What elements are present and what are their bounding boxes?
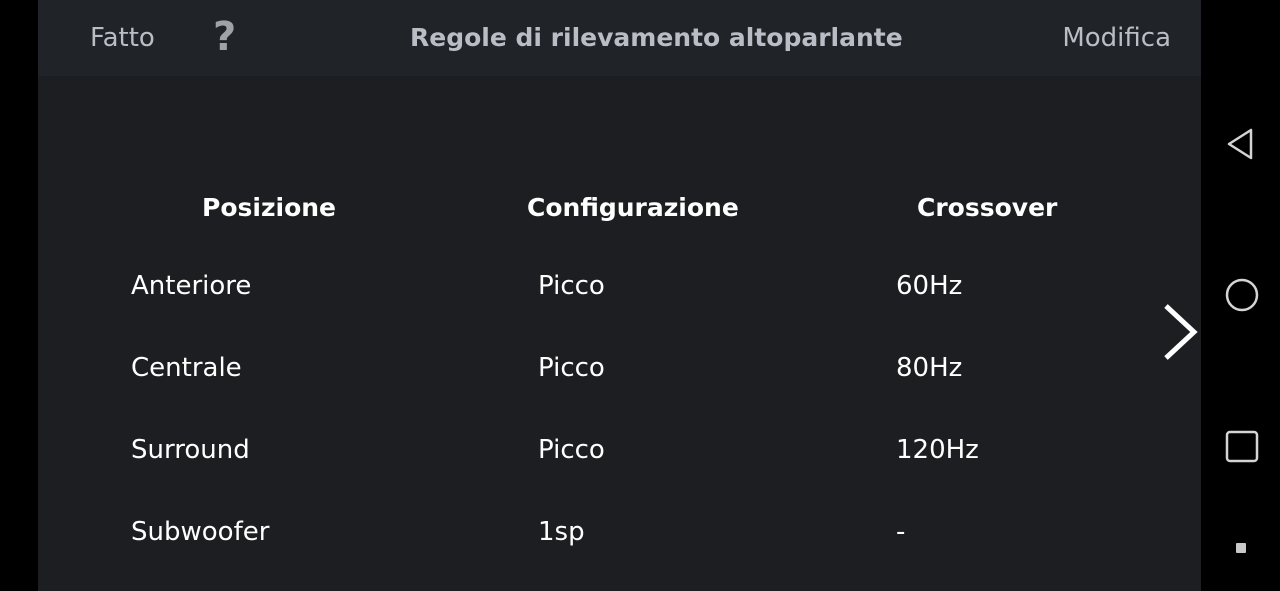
- done-button[interactable]: Fatto: [90, 20, 155, 56]
- recents-square-icon[interactable]: [1221, 425, 1263, 467]
- chevron-right-icon[interactable]: [1160, 300, 1200, 364]
- table-row: Subwoofer 1sp -: [38, 508, 1138, 558]
- system-navigation-bar: [1201, 0, 1280, 591]
- edit-button[interactable]: Modifica: [1062, 20, 1171, 56]
- crossover-cell: 80Hz: [896, 353, 963, 383]
- column-header-position: Posizione: [202, 193, 336, 222]
- position-cell: Anteriore: [131, 271, 252, 301]
- crossover-cell: -: [896, 517, 906, 547]
- position-cell: Centrale: [131, 353, 242, 383]
- table-row: Centrale Picco 80Hz: [38, 344, 1138, 394]
- configuration-cell: Picco: [538, 271, 605, 301]
- position-cell: Subwoofer: [131, 517, 270, 547]
- position-cell: Surround: [131, 435, 250, 465]
- home-circle-icon[interactable]: [1221, 274, 1263, 316]
- table-row: Anteriore Picco 60Hz: [38, 262, 1138, 312]
- crossover-cell: 60Hz: [896, 271, 963, 301]
- page-title: Regole di rilevamento altoparlante: [410, 23, 903, 52]
- top-bar: Fatto ? Regole di rilevamento altoparlan…: [38, 0, 1201, 76]
- app-screen: Fatto ? Regole di rilevamento altoparlan…: [38, 0, 1201, 591]
- table-row: Surround Picco 120Hz: [38, 426, 1138, 476]
- configuration-cell: 1sp: [538, 517, 585, 547]
- back-triangle-icon[interactable]: [1221, 123, 1263, 165]
- column-header-configuration: Configurazione: [527, 193, 739, 222]
- help-icon[interactable]: ?: [213, 14, 236, 60]
- status-dot-icon: [1236, 543, 1246, 553]
- column-header-crossover: Crossover: [917, 193, 1058, 222]
- configuration-cell: Picco: [538, 353, 605, 383]
- crossover-cell: 120Hz: [896, 435, 979, 465]
- configuration-cell: Picco: [538, 435, 605, 465]
